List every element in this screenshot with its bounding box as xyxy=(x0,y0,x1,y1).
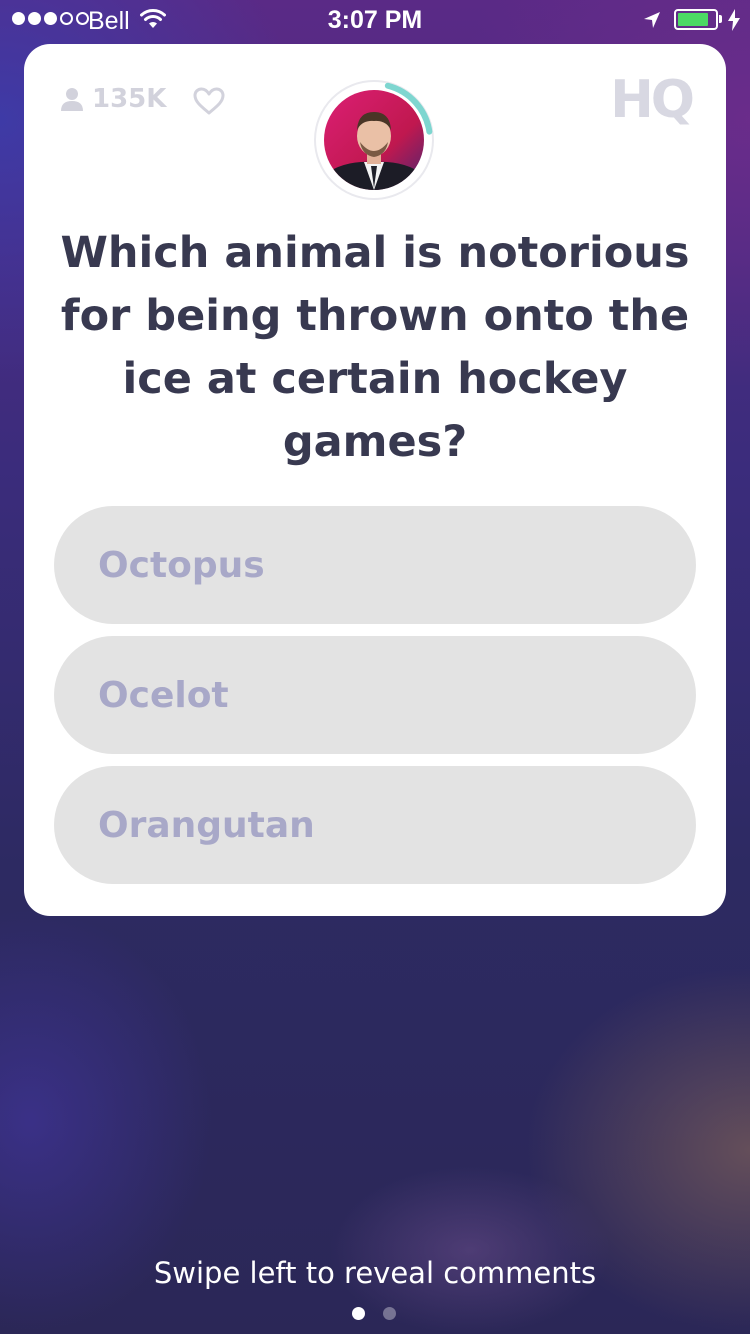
location-arrow-icon xyxy=(644,12,660,28)
battery-cap xyxy=(719,15,722,23)
answer-option-2[interactable]: Ocelot xyxy=(54,636,696,754)
status-bar: Bell 3:07 PM xyxy=(0,0,750,40)
page-dot-2[interactable] xyxy=(383,1307,396,1320)
host-avatar xyxy=(314,80,434,200)
question-card: 135K HQ Which animal is notorious for be… xyxy=(24,44,726,916)
viewer-count-label: 135K xyxy=(92,84,167,114)
hq-logo: HQ xyxy=(610,70,695,130)
page-dot-1[interactable] xyxy=(352,1307,365,1320)
charging-bolt-icon xyxy=(728,9,740,31)
viewer-count: 135K xyxy=(60,84,166,114)
answer-option-1[interactable]: Octopus xyxy=(54,506,696,624)
heart-icon[interactable] xyxy=(192,86,226,116)
answer-option-3[interactable]: Orangutan xyxy=(54,766,696,884)
battery-icon xyxy=(674,9,718,30)
swipe-hint: Swipe left to reveal comments xyxy=(153,1256,597,1290)
clock: 3:07 PM xyxy=(327,6,423,34)
answer-list: Octopus Ocelot Orangutan xyxy=(54,506,696,896)
person-icon xyxy=(61,88,83,111)
question-text: Which animal is notorious for being thro… xyxy=(60,228,690,467)
page-indicator[interactable] xyxy=(352,1307,396,1320)
